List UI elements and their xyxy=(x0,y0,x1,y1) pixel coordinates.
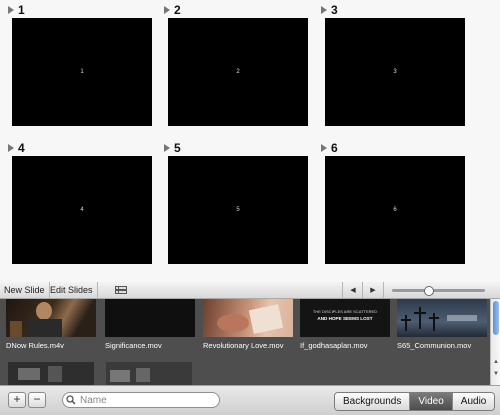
grid-view-icon[interactable] xyxy=(110,282,132,298)
chevron-left-icon[interactable]: ◀ xyxy=(342,282,363,298)
search-icon xyxy=(66,395,76,405)
slide-thumbnail[interactable]: 6 xyxy=(325,156,465,264)
disclosure-triangle-icon[interactable] xyxy=(321,144,327,152)
disclosure-triangle-icon[interactable] xyxy=(164,6,170,14)
media-item-name: If_godhasaplan.mov xyxy=(300,341,368,350)
add-button[interactable]: + xyxy=(8,392,26,408)
scroll-up-icon[interactable]: ▲ xyxy=(492,359,500,367)
slide-number: 2 xyxy=(174,3,181,17)
media-item-name: Revolutionary Love.mov xyxy=(203,341,284,350)
slide-header: 1 xyxy=(8,2,25,18)
zoom-slider-knob[interactable] xyxy=(424,286,435,296)
scrollbar-thumb[interactable] xyxy=(493,301,499,335)
disclosure-triangle-icon[interactable] xyxy=(8,144,14,152)
new-slide-button[interactable]: New Slide xyxy=(0,282,50,298)
slide-thumbnail[interactable]: 2 xyxy=(168,18,308,126)
remove-button[interactable]: − xyxy=(28,392,46,408)
media-item[interactable]: Revolutionary Love.mov xyxy=(203,299,293,350)
slide-number: 3 xyxy=(331,3,338,17)
slide-header: 5 xyxy=(164,140,181,156)
scroll-down-icon[interactable]: ▼ xyxy=(492,371,500,379)
slide-header: 6 xyxy=(321,140,338,156)
thumbnail-label: 3 xyxy=(393,69,397,75)
disclosure-triangle-icon[interactable] xyxy=(321,6,327,14)
media-thumbnail[interactable]: THE DISCIPLES ARE SCATTERED AND HOPE SEE… xyxy=(300,299,390,337)
tab-backgrounds[interactable]: Backgrounds xyxy=(335,393,411,410)
thumbnail-label: 6 xyxy=(393,207,397,213)
slide-number: 4 xyxy=(18,141,25,155)
slide-grid: 1 1 2 2 3 3 4 4 5 5 6 6 xyxy=(0,0,500,283)
thumbnail-text: THE DISCIPLES ARE SCATTERED xyxy=(313,309,377,314)
media-type-tabs: Backgrounds Video Audio xyxy=(334,392,496,411)
slide-header: 4 xyxy=(8,140,25,156)
thumbnail-label: 4 xyxy=(80,207,84,213)
slide-6[interactable]: 6 6 xyxy=(315,138,465,266)
disclosure-triangle-icon[interactable] xyxy=(8,6,14,14)
thumbnail-text: AND HOPE SEEMS LOST xyxy=(317,316,372,321)
chevron-right-icon[interactable]: ▶ xyxy=(362,282,384,298)
slide-number: 6 xyxy=(331,141,338,155)
media-thumbnail[interactable] xyxy=(6,299,96,337)
tab-video[interactable]: Video xyxy=(410,393,453,410)
media-item-name: S65_Communion.mov xyxy=(397,341,472,350)
slide-3[interactable]: 3 3 xyxy=(315,0,465,128)
search-field[interactable] xyxy=(62,392,220,408)
slide-header: 3 xyxy=(321,2,338,18)
media-thumbnail[interactable] xyxy=(105,299,195,337)
media-item[interactable] xyxy=(106,362,192,385)
slide-header: 2 xyxy=(164,2,181,18)
thumbnail-label: 2 xyxy=(236,69,240,75)
slide-5[interactable]: 5 5 xyxy=(158,138,308,266)
slide-thumbnail[interactable]: 5 xyxy=(168,156,308,264)
slide-1[interactable]: 1 1 xyxy=(2,0,152,128)
zoom-slider[interactable] xyxy=(392,286,485,296)
bottom-bar: + − Backgrounds Video Audio xyxy=(0,385,500,415)
slide-2[interactable]: 2 2 xyxy=(158,0,308,128)
media-item[interactable]: S65_Communion.mov xyxy=(397,299,487,350)
media-item[interactable] xyxy=(8,362,94,385)
thumbnail-label: 1 xyxy=(80,69,84,75)
disclosure-triangle-icon[interactable] xyxy=(164,144,170,152)
media-item-name: DNow Rules.m4v xyxy=(6,341,64,350)
tab-audio[interactable]: Audio xyxy=(452,393,495,410)
media-item[interactable]: THE DISCIPLES ARE SCATTERED AND HOPE SEE… xyxy=(300,299,390,350)
search-input[interactable] xyxy=(77,394,210,406)
slide-number: 1 xyxy=(18,3,25,17)
media-item[interactable]: DNow Rules.m4v xyxy=(6,299,96,350)
media-thumbnail[interactable] xyxy=(203,299,293,337)
slide-number: 5 xyxy=(174,141,181,155)
media-item-name: Significance.mov xyxy=(105,341,162,350)
slide-toolbar: New Slide Edit Slides ◀ ▶ xyxy=(0,282,500,299)
slide-4[interactable]: 4 4 xyxy=(2,138,152,266)
media-browser: DNow Rules.m4v Significance.mov Revoluti… xyxy=(0,299,490,385)
slide-thumbnail[interactable]: 1 xyxy=(12,18,152,126)
media-item[interactable]: Significance.mov xyxy=(105,299,195,350)
media-thumbnail[interactable] xyxy=(397,299,487,337)
edit-slides-button[interactable]: Edit Slides xyxy=(46,282,98,298)
slide-thumbnail[interactable]: 3 xyxy=(325,18,465,126)
thumbnail-label: 5 xyxy=(236,207,240,213)
slide-thumbnail[interactable]: 4 xyxy=(12,156,152,264)
media-scrollbar[interactable]: ▲ ▼ xyxy=(490,299,500,385)
